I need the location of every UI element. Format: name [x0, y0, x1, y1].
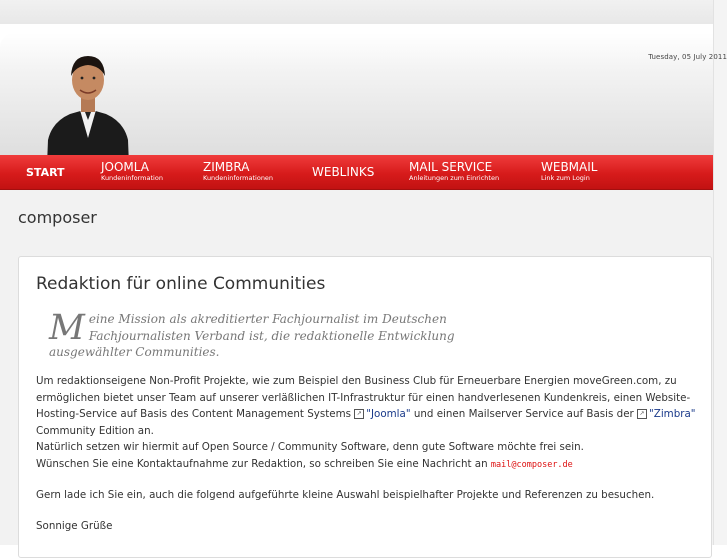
nav-zimbra-sub: Kundeninformationen: [203, 174, 274, 182]
scrollbar[interactable]: [713, 0, 727, 545]
header-date: Tuesday, 05 July 2011: [648, 53, 727, 61]
nav-webmail[interactable]: WEBMAIL Link zum Login: [541, 161, 597, 183]
quote-initial: M: [49, 308, 85, 348]
p1-text-b: und einen Mailserver Service auf Basis d…: [410, 408, 638, 420]
nav-mail-service-label: MAIL SERVICE: [409, 160, 493, 174]
intro-quote: M eine Mission als akreditierter Fachjou…: [49, 311, 469, 361]
nav-joomla[interactable]: JOOMLA Kundeninformation: [101, 161, 163, 183]
nav-webmail-label: WEBMAIL: [541, 160, 598, 174]
article-title: Redaktion für online Communities: [36, 274, 326, 294]
p1-text-c: Community Edition an.: [36, 424, 154, 437]
main-navigation: START JOOMLA Kundeninformation ZIMBRA Ku…: [0, 155, 713, 190]
external-link-icon: ↗: [354, 409, 365, 419]
nav-joomla-sub: Kundeninformation: [101, 174, 163, 182]
zimbra-link[interactable]: "Zimbra": [649, 408, 696, 420]
quote-line-1: eine Mission als akreditierter Fachjourn…: [88, 312, 447, 326]
paragraph-contact: Wünschen Sie eine Kontaktaufnahme zur Re…: [36, 456, 696, 474]
nav-start[interactable]: START: [26, 166, 65, 179]
nav-webmail-sub: Link zum Login: [541, 174, 590, 182]
quote-line-3: ausgewählter Communities.: [49, 345, 220, 359]
page-title: composer: [18, 208, 97, 227]
nav-joomla-label: JOOMLA: [101, 160, 149, 174]
nav-weblinks-label: WEBLINKS: [312, 165, 375, 179]
nav-mail-service-sub: Anleitungen zum Einrichten: [409, 174, 500, 182]
email-link[interactable]: mail@composer.de: [491, 460, 573, 470]
nav-zimbra[interactable]: ZIMBRA Kundeninformationen: [203, 161, 273, 183]
external-link-icon: ↗: [637, 409, 648, 419]
joomla-link[interactable]: "Joomla": [366, 408, 410, 420]
article-box: Redaktion für online Communities M eine …: [18, 256, 712, 558]
nav-weblinks[interactable]: WEBLINKS: [312, 166, 374, 179]
paragraph-projects: Gern lade ich Sie ein, auch die folgend …: [36, 489, 655, 501]
browser-top-strip: [0, 0, 727, 24]
paragraph-intro: Um redaktionseigene Non-Profit Projekte,…: [36, 373, 696, 439]
article-body: Um redaktionseigene Non-Profit Projekte,…: [36, 373, 696, 534]
nav-mail-service[interactable]: MAIL SERVICE Anleitungen zum Einrichten: [409, 161, 499, 183]
quote-line-2: Fachjournalisten Verband ist, die redakt…: [88, 328, 455, 343]
paragraph-greeting: Sonnige Grüße: [36, 519, 113, 532]
paragraph-open-source: Natürlich setzen wir hiermit auf Open So…: [36, 441, 584, 453]
p3-text: Wünschen Sie eine Kontaktaufnahme zur Re…: [36, 457, 491, 470]
nav-zimbra-label: ZIMBRA: [203, 160, 250, 174]
